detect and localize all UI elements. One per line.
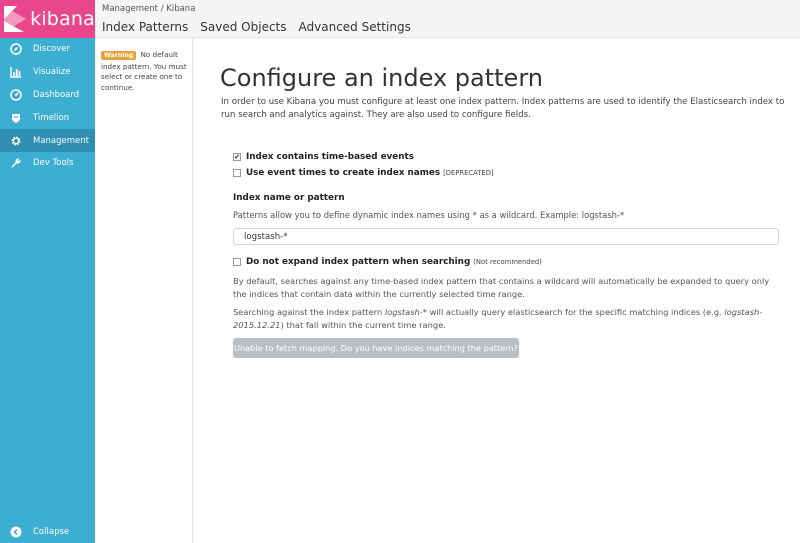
sidebar-item-label: Visualize [33, 67, 71, 78]
sidebar-item-label: Dev Tools [33, 158, 74, 169]
sidebar-item-label: Management [33, 135, 89, 146]
shield-icon [10, 112, 22, 124]
chevron-left-circle-icon [10, 526, 22, 538]
sidebar-item-dev-tools[interactable]: Dev Tools [0, 152, 95, 175]
event-times-checkbox[interactable] [233, 169, 241, 177]
event-times-label: Use event times to create index names [246, 168, 441, 178]
para-prefix: Searching against the index pattern [233, 307, 385, 317]
time-based-label: Index contains time-based events [246, 152, 414, 162]
warning-message: Warning No default index pattern. You mu… [101, 50, 191, 93]
no-expand-label: Do not expand index pattern when searchi… [246, 257, 471, 267]
matching-description: Searching against the index pattern logs… [233, 306, 783, 332]
para-middle: will actually query elasticsearch for th… [426, 307, 725, 317]
wrench-icon [10, 157, 22, 169]
bar-chart-icon [10, 66, 22, 78]
deprecated-note: [DEPRECATED] [443, 169, 494, 177]
sidebar-item-dashboard[interactable]: Dashboard [0, 84, 95, 107]
sidebar: kibana Discover Visualize Dashboard Time… [0, 0, 95, 543]
page-title: Configure an index pattern [220, 64, 543, 92]
index-name-input[interactable] [233, 228, 779, 245]
sidebar-item-visualize[interactable]: Visualize [0, 61, 95, 84]
sidebar-item-label: Discover [33, 44, 70, 55]
not-recommended-note: (Not recommended) [473, 258, 542, 266]
sidebar-item-label: Timelion [33, 112, 70, 123]
sidebar-item-timelion[interactable]: Timelion [0, 106, 95, 129]
sidebar-item-discover[interactable]: Discover [0, 38, 95, 61]
para-suffix: ) that fall within the current time rang… [280, 320, 446, 330]
no-expand-checkbox[interactable] [233, 258, 241, 266]
dashboard-icon [10, 89, 22, 101]
tab-advanced-settings[interactable]: Advanced Settings [299, 20, 411, 34]
top-header: Management / Kibana Index Patterns Saved… [95, 0, 800, 38]
sidebar-item-management[interactable]: Management [0, 129, 95, 152]
main-content: Configure an index pattern In order to u… [193, 38, 800, 543]
intro-text: In order to use Kibana you must configur… [221, 97, 785, 120]
warning-badge: Warning [101, 51, 137, 60]
sidebar-item-label: Dashboard [33, 89, 80, 100]
brand-name: kibana [30, 8, 95, 30]
kibana-logo-icon [4, 6, 26, 32]
create-index-pattern-button[interactable]: Unable to fetch mapping. Do you have ind… [233, 338, 519, 358]
sidebar-nav: Discover Visualize Dashboard Timelion Ma… [0, 38, 95, 175]
breadcrumb[interactable]: Management / Kibana [102, 4, 195, 14]
kibana-logo[interactable]: kibana [0, 0, 95, 38]
time-based-checkbox[interactable]: ✔ [233, 153, 241, 161]
collapse-button[interactable]: Collapse [0, 521, 95, 543]
expand-description: By default, searches against any time-ba… [233, 276, 770, 299]
gear-icon [10, 135, 22, 147]
index-name-label: Index name or pattern [233, 193, 345, 203]
event-times-option[interactable]: Use event times to create index names [D… [233, 168, 494, 178]
compass-icon [10, 43, 22, 56]
index-name-help: Patterns allow you to define dynamic ind… [233, 210, 625, 220]
time-based-option[interactable]: ✔ Index contains time-based events [233, 152, 414, 162]
management-tabs: Index Patterns Saved Objects Advanced Se… [102, 20, 423, 34]
collapse-label: Collapse [33, 527, 70, 537]
tab-saved-objects[interactable]: Saved Objects [200, 20, 286, 34]
pattern-example: logstash-* [384, 307, 427, 317]
index-pattern-list-panel: Warning No default index pattern. You mu… [95, 38, 193, 543]
tab-index-patterns[interactable]: Index Patterns [102, 20, 188, 34]
no-expand-option[interactable]: Do not expand index pattern when searchi… [233, 257, 542, 267]
